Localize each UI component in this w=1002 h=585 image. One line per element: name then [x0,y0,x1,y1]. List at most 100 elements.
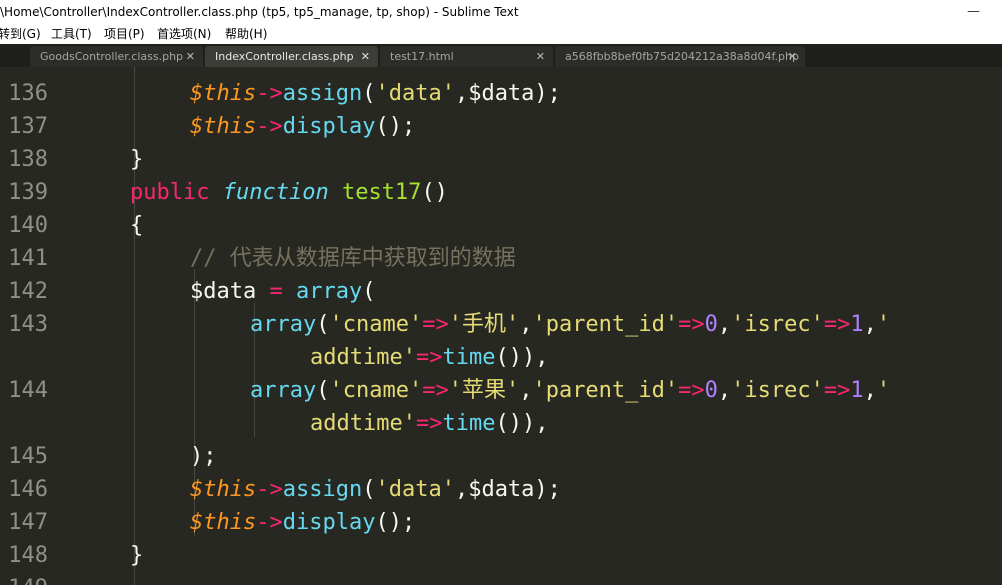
number-token: 0 [704,378,718,403]
number-token: 0 [704,312,718,337]
code-line[interactable]: $this->display(); [190,110,415,143]
close-icon[interactable]: ✕ [186,46,195,67]
operator-token: => [422,378,449,403]
string-token: '手机' [448,312,520,337]
plain-token: ()), [495,345,549,370]
number-token: 1 [850,312,864,337]
code-line[interactable]: array('cname'=>'苹果','parent_id'=>0,'isre… [250,374,890,407]
code-line[interactable]: // 代表从数据库中获取到的数据 [190,242,516,275]
code-line[interactable]: array('cname'=>'手机','parent_id'=>0,'isre… [250,308,890,341]
string-token: 'data' [375,477,455,502]
plain-token: , [519,312,533,337]
window-title: \Home\Controller\IndexController.class.p… [0,5,519,19]
operator-token: => [415,345,443,370]
keyword-token: public [130,180,210,205]
plain-token: ()), [495,411,549,436]
operator-token: => [823,378,851,403]
tab-label: test17.html [390,50,454,63]
code-editor[interactable]: 136 $this->assign('data',$data); 137 $this-… [0,67,1002,585]
tab-cache-php[interactable]: a568fbb8bef0fb75d204212a38a8d04f.php ✕ [555,46,805,67]
line-number: 146 [8,477,48,502]
plain-token: } [130,543,144,568]
string-token: ' [876,378,891,403]
plain-token: , [717,378,732,403]
code-line[interactable]: public function test17() [130,176,448,209]
code-line[interactable]: addtime'=>time()), [310,407,548,440]
comment-token: // 代表从数据库中获取到的数据 [190,246,516,271]
line-number: 137 [8,114,48,139]
string-token: '苹果' [448,378,520,403]
function-token: display [282,510,376,535]
tab-index-controller[interactable]: IndexController.class.php ✕ [205,46,378,67]
operator-token: -> [256,114,283,139]
line-number: 143 [8,312,48,337]
function-token: time [442,345,496,370]
code-line[interactable]: } [130,143,143,176]
plain-token: () [421,180,448,205]
string-token: 'parent_id' [532,378,679,403]
menu-help[interactable]: 帮助(H) [225,24,267,44]
string-token: ' [876,312,891,337]
menu-goto[interactable]: 转到(G) [0,24,41,44]
operator-token: -> [256,477,283,502]
operator-token: => [678,378,705,403]
line-number: 147 [8,510,48,535]
menu-preferences[interactable]: 首选项(N) [157,24,211,44]
menu-project[interactable]: 项目(P) [104,24,145,44]
minimize-icon[interactable]: — [967,0,980,24]
code-line[interactable]: $this->assign('data',$data); [190,473,561,506]
line-number: 141 [8,246,48,271]
close-icon[interactable]: ✕ [361,46,370,67]
menu-tools[interactable]: 工具(T) [51,24,92,44]
string-token: 'parent_id' [532,312,679,337]
menu-bar: 转到(G) 工具(T) 项目(P) 首选项(N) 帮助(H) [0,24,1002,44]
function-token: array [295,279,363,304]
string-token: 'isrec' [731,378,824,403]
plain-token: $data [190,279,270,304]
code-line[interactable]: addtime'=>time()), [310,341,548,374]
operator-token: => [415,411,443,436]
title-bar: \Home\Controller\IndexController.class.p… [0,0,1002,24]
code-line[interactable]: { [130,209,143,242]
close-icon[interactable]: ✕ [788,46,797,67]
variable-token: $this [190,81,257,106]
plain-token: ( [316,378,330,403]
tab-label: a568fbb8bef0fb75d204212a38a8d04f.php [565,50,799,63]
string-token: addtime' [310,345,416,370]
line-number: 142 [8,279,48,304]
tab-test17-html[interactable]: test17.html ✕ [380,46,553,67]
function-token: time [442,411,496,436]
line-number: 145 [8,444,48,469]
code-line[interactable]: $data = array( [190,275,375,308]
plain-token: (); [375,114,416,139]
operator-token: => [678,312,705,337]
plain-token: ( [362,477,376,502]
line-number: 140 [8,213,48,238]
function-token: display [282,114,376,139]
plain-token: ( [362,81,376,106]
function-token: array [250,312,317,337]
operator-token: -> [256,81,283,106]
function-token: array [250,378,317,403]
line-number: 148 [8,543,48,568]
code-line[interactable]: $this->assign('data',$data); [190,77,561,110]
close-icon[interactable]: ✕ [536,46,545,67]
string-token: 'cname' [329,312,423,337]
string-token: 'data' [375,81,455,106]
tab-goods-controller[interactable]: GoodsController.class.php ✕ [30,46,203,67]
number-token: 1 [850,378,864,403]
plain-token: , [863,312,877,337]
code-line[interactable]: } [130,539,143,572]
variable-token: $this [190,510,257,535]
code-line[interactable]: $this->display(); [190,506,415,539]
plain-token: ,$data); [454,81,561,106]
function-token: assign [282,477,363,502]
plain-token: ( [362,279,376,304]
plain-token: ); [190,444,217,469]
plain-token: , [717,312,732,337]
entity-token: test17 [341,180,422,205]
code-line[interactable]: ); [190,440,217,473]
plain-token: ,$data); [454,477,561,502]
